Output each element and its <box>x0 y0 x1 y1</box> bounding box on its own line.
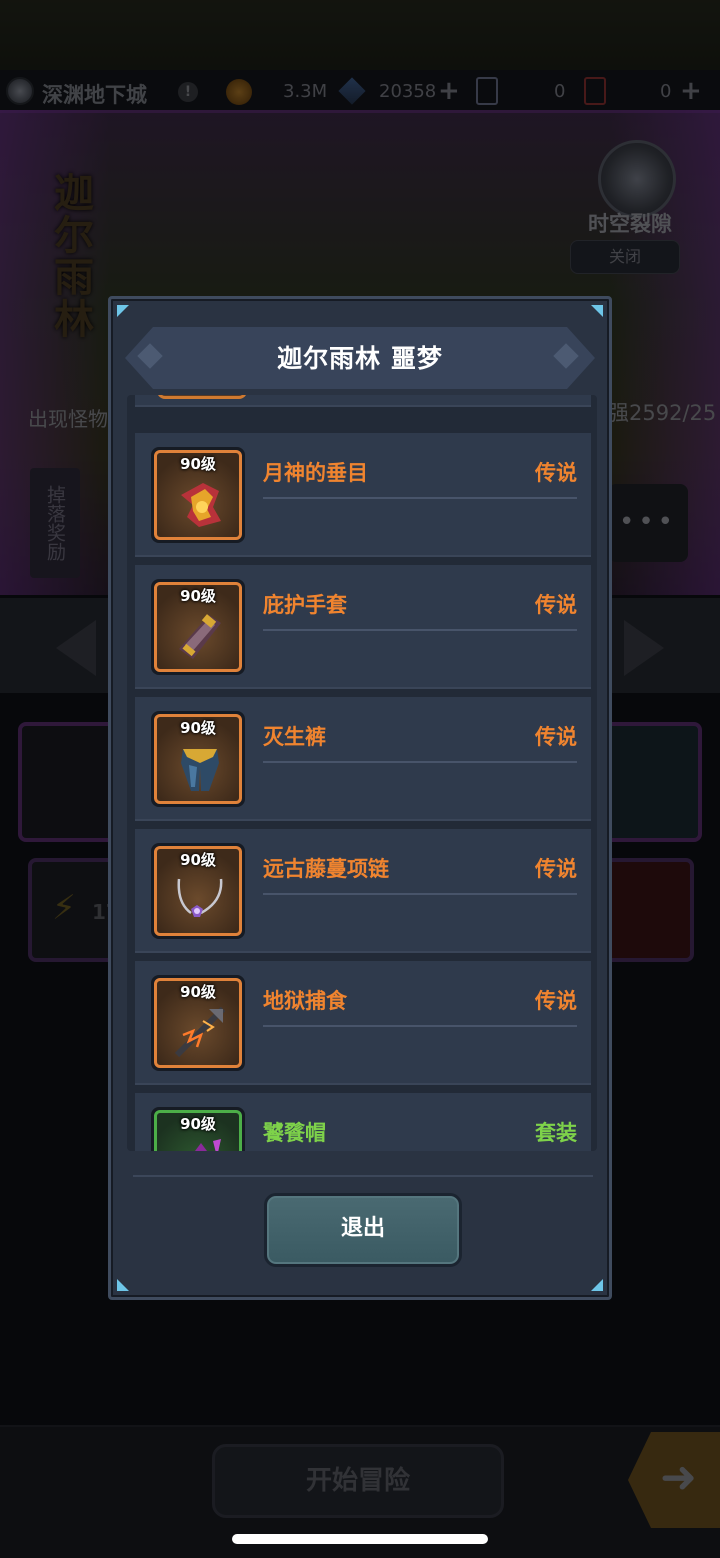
footer-divider <box>133 1175 593 1177</box>
divider <box>263 497 577 499</box>
item-name: 庇护手套 <box>263 593 347 617</box>
divider <box>263 629 577 631</box>
item-icon-frame: 90级 <box>151 579 245 675</box>
hat-icon <box>195 1139 221 1151</box>
divider <box>263 761 577 763</box>
item-level: 90级 <box>180 719 216 737</box>
gauntlet-icon <box>179 614 221 659</box>
corner-ornament-icon <box>117 305 129 317</box>
item-rarity: 传说 <box>535 461 577 485</box>
list-item[interactable]: 90级 饕餮帽 套装 <box>135 1093 591 1151</box>
corner-ornament-icon <box>591 1279 603 1291</box>
item-level: 90级 <box>180 851 216 869</box>
drop-list-modal: 迦尔雨林 噩梦 90级 月神的垂目 传说 90级 庇护手套 传说 90级 灭生裤… <box>108 296 612 1300</box>
item-name: 远古藤蔓项链 <box>263 857 389 881</box>
item-name: 月神的垂目 <box>263 461 368 485</box>
item-rarity: 传说 <box>535 593 577 617</box>
item-list[interactable]: 90级 月神的垂目 传说 90级 庇护手套 传说 90级 灭生裤 传说 90级 … <box>127 395 597 1151</box>
item-level: 90级 <box>180 455 216 473</box>
home-indicator[interactable] <box>232 1534 488 1544</box>
bracer-icon <box>181 483 221 527</box>
item-rarity: 传说 <box>535 725 577 749</box>
item-name: 饕餮帽 <box>263 1121 326 1145</box>
item-rarity: 传说 <box>535 989 577 1013</box>
list-item[interactable] <box>135 395 591 407</box>
necklace-icon <box>177 878 223 917</box>
spear-icon <box>174 1006 226 1058</box>
item-rarity: 传说 <box>535 857 577 881</box>
item-icon-frame: 90级 <box>151 843 245 939</box>
corner-ornament-icon <box>117 1279 129 1291</box>
list-item[interactable]: 90级 地狱捕食 传说 <box>135 961 591 1085</box>
modal-title: 迦尔雨林 噩梦 <box>277 344 443 373</box>
item-frame <box>157 395 247 399</box>
corner-ornament-icon <box>591 305 603 317</box>
item-level: 90级 <box>180 587 216 605</box>
list-item[interactable]: 90级 月神的垂目 传说 <box>135 433 591 557</box>
divider <box>263 893 577 895</box>
item-icon-frame: 90级 <box>151 447 245 543</box>
list-item[interactable]: 90级 远古藤蔓项链 传说 <box>135 829 591 953</box>
item-name: 灭生裤 <box>263 725 326 749</box>
pants-icon <box>181 749 219 791</box>
list-item[interactable]: 90级 庇护手套 传说 <box>135 565 591 689</box>
item-icon-frame: 90级 <box>151 1107 245 1151</box>
item-icon-frame: 90级 <box>151 975 245 1071</box>
item-rarity: 套装 <box>535 1121 577 1145</box>
exit-button[interactable]: 退出 <box>264 1193 462 1267</box>
divider <box>263 1025 577 1027</box>
list-item[interactable]: 90级 灭生裤 传说 <box>135 697 591 821</box>
item-name: 地狱捕食 <box>263 989 347 1013</box>
item-level: 90级 <box>180 983 216 1001</box>
item-level: 90级 <box>180 1115 216 1133</box>
item-icon-frame: 90级 <box>151 711 245 807</box>
